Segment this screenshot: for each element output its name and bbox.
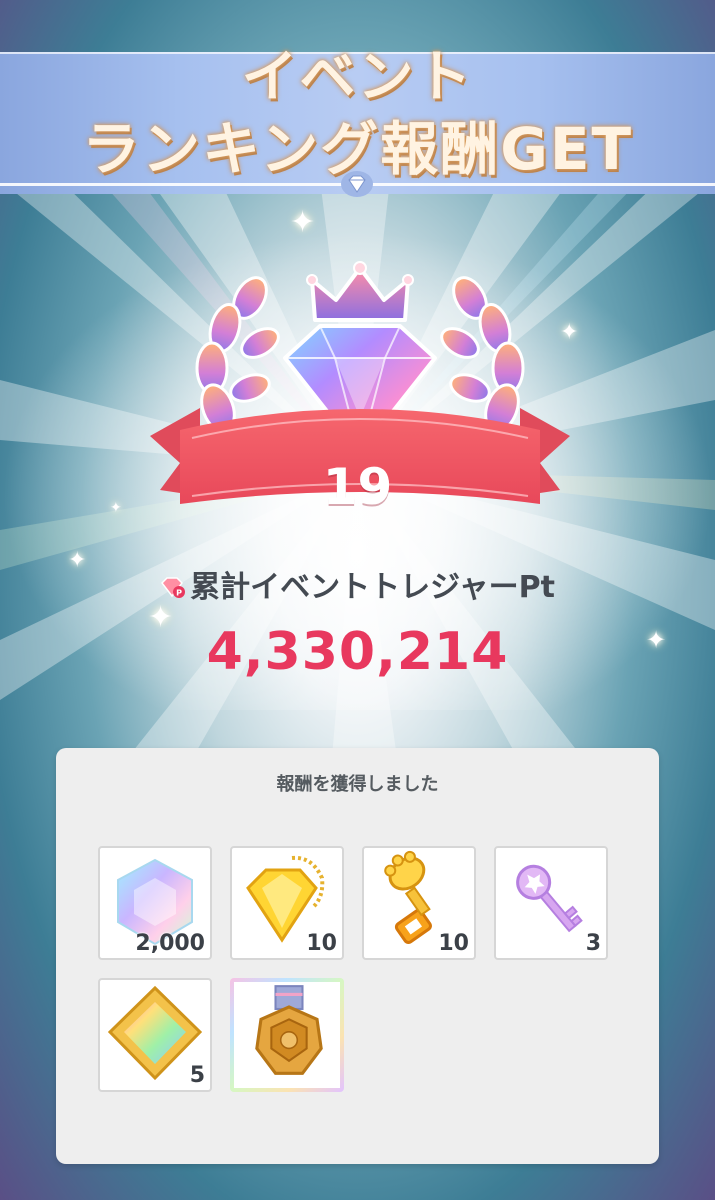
points-value: 4,330,214 <box>206 622 509 682</box>
reward-qty: 10 <box>438 931 469 956</box>
points-label-row: P 累計イベントトレジャーPt <box>0 562 715 606</box>
gold-medal-icon <box>255 985 323 1075</box>
treasure-pt-gem-icon: P <box>161 577 186 598</box>
reward-qty: 3 <box>585 931 601 956</box>
svg-text:P: P <box>176 589 182 598</box>
reward-panel-title: 報酬を獲得しました <box>276 774 439 795</box>
reward-item-rainbow-square-gem[interactable]: 5 <box>98 978 212 1092</box>
reward-item-rainbow-crystal[interactable]: 2,000 <box>98 846 212 960</box>
points-label: 累計イベントトレジャーPt <box>190 570 555 605</box>
reward-qty: 2,000 <box>135 931 205 956</box>
reward-item-gold-glove-key[interactable]: 10 <box>362 846 476 960</box>
reward-qty: 5 <box>189 1063 205 1088</box>
rank-number: 19 <box>322 458 393 516</box>
reward-item-purple-key[interactable]: 3 <box>494 846 608 960</box>
page-title-line1: イベント <box>241 45 474 110</box>
reward-item-gold-gem-charm[interactable]: 10 <box>230 846 344 960</box>
reward-item-gold-medal[interactable] <box>230 978 344 1092</box>
page-title-line2: ランキング報酬GET <box>81 115 634 183</box>
reward-panel: 報酬を獲得しました 2,000 10 10 3 5 <box>56 748 659 1164</box>
reward-qty: 10 <box>306 931 337 956</box>
sparkle-icon: ✦ <box>290 205 316 240</box>
